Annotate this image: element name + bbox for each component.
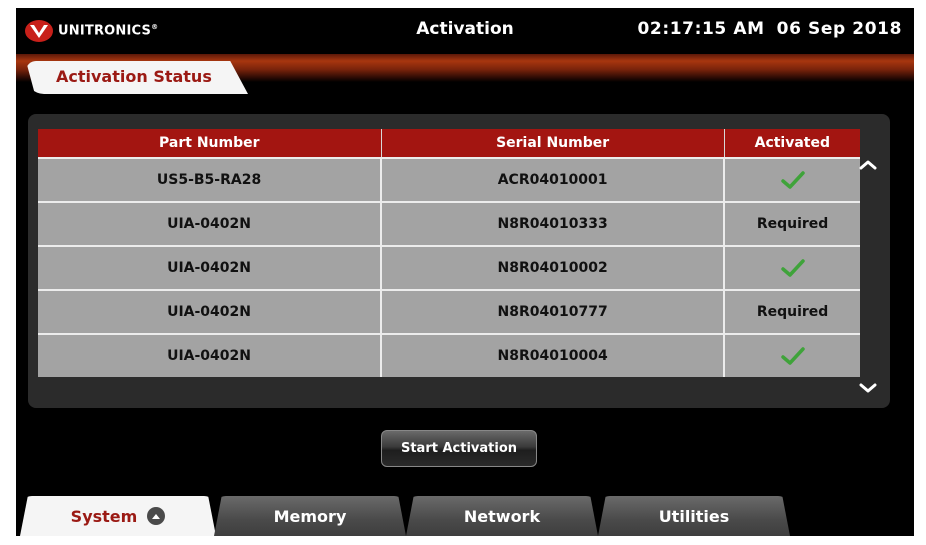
clock-time: 02:17:15 AM bbox=[637, 19, 765, 39]
activated-cell bbox=[723, 245, 860, 290]
table-row[interactable]: UIA-0402N N8R04010777 Required bbox=[38, 289, 860, 334]
brand-name: UNITRONICS® bbox=[58, 23, 159, 39]
part-number-cell: UIA-0402N bbox=[38, 333, 382, 377]
activated-cell bbox=[723, 157, 860, 202]
tab-system[interactable]: System bbox=[20, 496, 216, 536]
table-header-row: Part Number Serial Number Activated bbox=[38, 129, 860, 158]
tab-utilities[interactable]: Utilities bbox=[598, 496, 790, 536]
serial-number-cell: N8R04010333 bbox=[380, 201, 725, 246]
serial-number-cell: N8R04010777 bbox=[380, 289, 725, 334]
check-icon bbox=[780, 259, 805, 277]
unitronics-logo-icon bbox=[25, 20, 53, 42]
part-number-cell: US5-B5-RA28 bbox=[38, 157, 382, 202]
activated-cell: Required bbox=[723, 201, 860, 246]
header-bar: UNITRONICS® Activation 02:17:15 AM 06 Sep… bbox=[16, 8, 914, 54]
clock: 02:17:15 AM 06 Sep 2018 bbox=[637, 19, 902, 39]
table-row[interactable]: UIA-0402N N8R04010333 Required bbox=[38, 201, 860, 246]
table-row[interactable]: UIA-0402N N8R04010004 bbox=[38, 333, 860, 377]
serial-number-cell: N8R04010004 bbox=[380, 333, 725, 377]
serial-number-cell: N8R04010002 bbox=[380, 245, 725, 290]
tab-system-label: System bbox=[70, 506, 138, 526]
part-number-cell: UIA-0402N bbox=[38, 245, 382, 290]
part-number-cell: UIA-0402N bbox=[38, 201, 382, 246]
check-icon bbox=[780, 171, 805, 189]
unitronics-logo: UNITRONICS® bbox=[24, 19, 158, 43]
tab-network[interactable]: Network bbox=[406, 496, 598, 536]
table-row[interactable]: US5-B5-RA28 ACR04010001 bbox=[38, 157, 860, 202]
activated-cell bbox=[723, 333, 860, 377]
scroll-up-button[interactable] bbox=[858, 158, 878, 172]
column-header-serial-number: Serial Number bbox=[380, 129, 725, 158]
tab-memory[interactable]: Memory bbox=[214, 496, 406, 536]
activated-cell: Required bbox=[723, 289, 860, 334]
table-body: US5-B5-RA28 ACR04010001 UIA-0402N N8R040103… bbox=[38, 157, 860, 377]
column-header-part-number: Part Number bbox=[38, 129, 382, 158]
clock-date: 06 Sep 2018 bbox=[776, 19, 902, 39]
check-icon bbox=[780, 347, 805, 365]
activation-status-label: Activation Status bbox=[56, 67, 212, 86]
scroll-down-button[interactable] bbox=[858, 381, 878, 395]
chevron-down-icon bbox=[859, 383, 877, 393]
chevron-up-icon bbox=[859, 160, 877, 170]
column-header-activated: Activated bbox=[723, 129, 860, 158]
part-number-cell: UIA-0402N bbox=[38, 289, 382, 334]
activation-table: Part Number Serial Number Activated US5-… bbox=[38, 129, 860, 377]
tab-utilities-label: Utilities bbox=[658, 506, 730, 526]
start-activation-button[interactable]: Start Activation bbox=[381, 430, 537, 467]
tab-memory-label: Memory bbox=[273, 506, 347, 526]
hmi-screen: UNITRONICS® Activation 02:17:15 AM 06 Sep… bbox=[16, 8, 914, 536]
serial-number-cell: ACR04010001 bbox=[380, 157, 725, 202]
tab-network-label: Network bbox=[463, 506, 541, 526]
table-row[interactable]: UIA-0402N N8R04010002 bbox=[38, 245, 860, 290]
